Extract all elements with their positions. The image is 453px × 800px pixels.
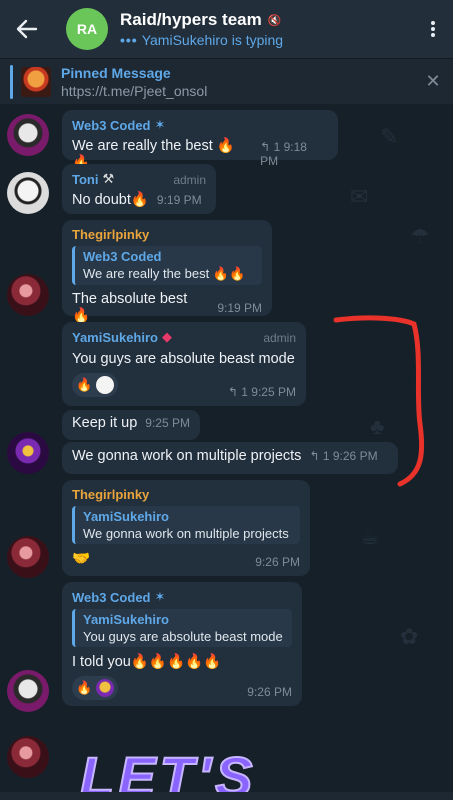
group-avatar[interactable]: RA [66, 8, 108, 50]
reply-count: 1 [273, 140, 281, 154]
reaction-emoji: 🔥 [76, 377, 93, 392]
avatar[interactable] [7, 536, 49, 578]
chat-area[interactable]: ✎ ☂ ✉ ♣ ☕ ✿ Web3 Coded ✶ We are really th… [0, 104, 453, 800]
typing-indicator: ••• YamiSukehiro is typing [120, 32, 413, 48]
reply-text: You guys are absolute beast mode [83, 629, 283, 644]
typing-status: YamiSukehiro is typing [141, 32, 284, 48]
more-menu-button[interactable] [413, 0, 453, 58]
message-text: I told you🔥🔥🔥🔥🔥 [72, 654, 222, 670]
message-time: 9:19 PM [156, 192, 202, 207]
reaction-chip[interactable]: 🔥 [72, 373, 119, 397]
flag-badge-icon: ◆ [161, 329, 172, 344]
avatar[interactable] [7, 114, 49, 156]
back-button[interactable] [0, 0, 54, 58]
doodle-icon: ✎ [380, 124, 399, 149]
bone-icon: ⚒ [102, 171, 115, 186]
sender-name[interactable]: Thegirlpinky [72, 487, 149, 502]
avatar[interactable] [7, 670, 49, 712]
reply-preview[interactable]: YamiSukehiro You guys are absolute beast… [72, 609, 292, 647]
reply-sender: YamiSukehiro [83, 509, 169, 524]
pinned-title: Pinned Message [61, 64, 171, 81]
chat-header: RA Raid/hypers team 🔇 ••• YamiSukehiro i… [0, 0, 453, 58]
reply-text: We gonna work on multiple projects [83, 526, 289, 541]
sender-name[interactable]: Toni [72, 172, 98, 187]
avatar[interactable] [7, 172, 49, 214]
message-text: You guys are absolute beast mode [72, 351, 295, 367]
pinned-message-bar[interactable]: Pinned Message https://t.me/Pjeet_onsol … [0, 58, 453, 104]
message-bubble[interactable]: Keep it up 9:25 PM [62, 410, 200, 440]
reply-preview[interactable]: YamiSukehiro We gonna work on multiple p… [72, 506, 300, 544]
doodle-icon: ✉ [350, 184, 369, 209]
close-icon[interactable]: ✕ [413, 71, 453, 92]
message-bubble[interactable]: Thegirlpinky YamiSukehiro We gonna work … [62, 480, 310, 576]
message-time: 9:19 PM [217, 300, 263, 315]
message-bubble[interactable]: Toni ⚒ admin No doubt🔥 9:19 PM [62, 164, 216, 214]
message-bubble[interactable]: Web3 Coded ✶ YamiSukehiro You guys are ab… [62, 582, 302, 706]
message-time: 9:25 PM [145, 416, 190, 430]
message-text: We gonna work on multiple projects [72, 448, 302, 464]
doodle-icon: ✿ [400, 624, 419, 649]
message-bubble[interactable]: Web3 Coded ✶ We are really the best 🔥🔥 ↰ … [62, 110, 338, 171]
message-time: 9:26 PM [255, 555, 300, 569]
sender-name[interactable]: YamiSukehiro [72, 330, 158, 345]
avatar[interactable] [7, 274, 49, 316]
reply-icon: ↰ [260, 140, 271, 154]
bottom-input-bar[interactable] [0, 792, 453, 800]
reply-preview[interactable]: Web3 Coded We are really the best 🔥🔥 [72, 246, 262, 285]
chat-title: Raid/hypers team [120, 10, 262, 29]
sender-name[interactable]: Web3 Coded [72, 118, 151, 133]
doodle-icon: ☕ [360, 524, 380, 549]
red-bracket-scribble [333, 315, 425, 487]
muted-icon: 🔇 [267, 14, 282, 27]
arrow-left-icon [16, 19, 38, 39]
message-bubble[interactable]: Thegirlpinky Web3 Coded We are really th… [62, 220, 272, 324]
reply-sender: YamiSukehiro [83, 612, 169, 627]
reply-icon: ↰ [309, 449, 320, 463]
reply-sender: Web3 Coded [83, 249, 162, 264]
pinned-indicator [10, 64, 13, 99]
message-time: 9:26 PM [247, 685, 292, 699]
avatar[interactable] [7, 736, 49, 778]
reply-count: 1 [241, 385, 248, 399]
star-badge-icon: ✶ [154, 589, 166, 604]
star-badge-icon: ✶ [154, 117, 166, 132]
reply-text: We are really the best 🔥🔥 [83, 266, 246, 281]
message-text: The absolute best 🔥 [72, 291, 188, 324]
message-time: 9:25 PM [251, 385, 296, 399]
typing-dots-icon: ••• [120, 32, 138, 48]
reaction-chip[interactable]: 🔥 [72, 676, 119, 700]
admin-badge: admin [173, 173, 206, 187]
pinned-link[interactable]: https://t.me/Pjeet_onsol [61, 83, 413, 99]
message-text: No doubt🔥 [72, 192, 149, 208]
sender-name[interactable]: Web3 Coded [72, 590, 151, 605]
chat-title-area[interactable]: Raid/hypers team 🔇 ••• YamiSukehiro is t… [120, 10, 413, 48]
message-text: Keep it up [72, 415, 138, 431]
reactor-avatar [96, 376, 115, 394]
doodle-icon: ☂ [410, 224, 430, 249]
reply-count: 1 [322, 449, 330, 463]
reaction-emoji: 🔥 [76, 680, 93, 695]
reply-icon: ↰ [227, 385, 238, 399]
pinned-thumbnail [21, 66, 51, 97]
reactor-avatar [96, 679, 115, 697]
avatar[interactable] [7, 432, 49, 474]
sender-name[interactable]: Thegirlpinky [72, 227, 149, 242]
message-bubble[interactable]: YamiSukehiro ◆ admin You guys are absolut… [62, 322, 306, 406]
more-vertical-icon [431, 19, 435, 39]
admin-badge: admin [263, 331, 296, 345]
